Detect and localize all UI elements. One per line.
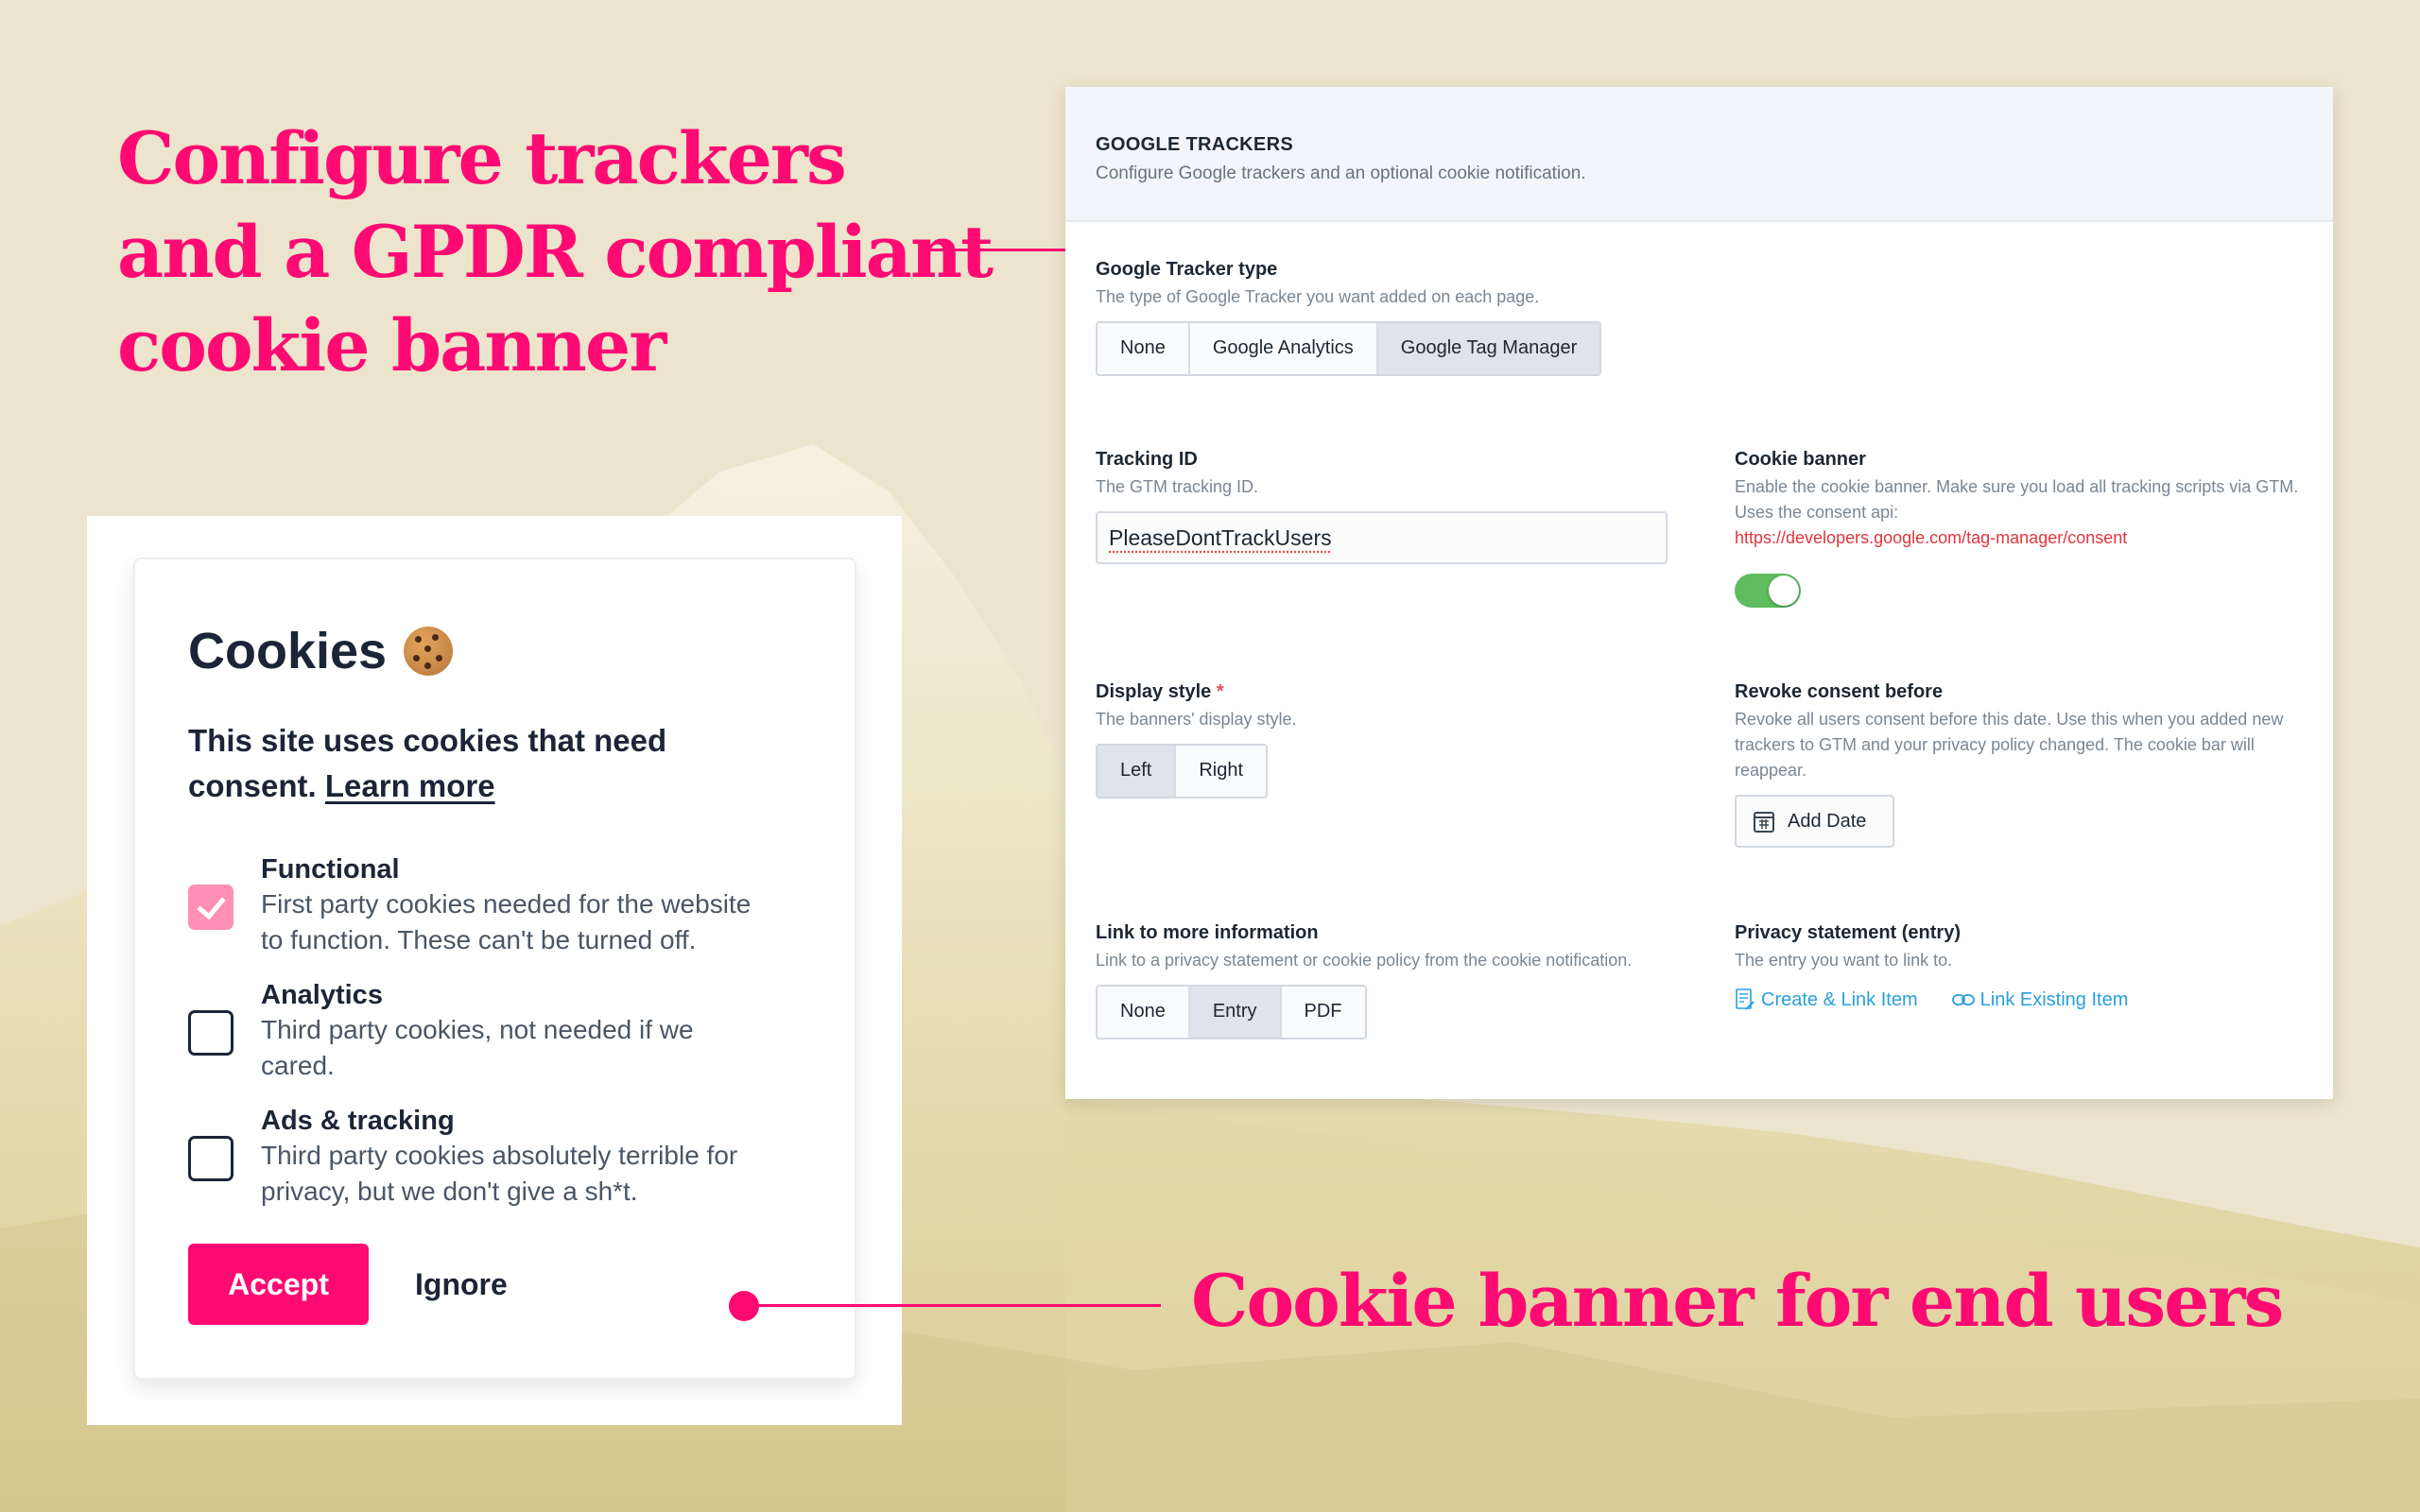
link-info-selector: None Entry PDF: [1096, 985, 1367, 1040]
display-style-option-left[interactable]: Left: [1098, 746, 1177, 797]
tracker-type-label: Google Tracker type: [1096, 259, 1278, 280]
cookie-option-functional: Functional First party cookies needed fo…: [188, 852, 812, 958]
functional-text: Functional First party cookies needed fo…: [261, 852, 812, 958]
cookie-banner-help-text: Enable the cookie banner. Make sure you …: [1735, 477, 2299, 522]
revoke-consent-help: Revoke all users consent before this dat…: [1735, 710, 2284, 780]
learn-more-link[interactable]: Learn more: [325, 768, 495, 803]
cookie-banner-title-text: Cookies: [188, 623, 388, 679]
create-link-item-link[interactable]: Create & Link Item: [1735, 988, 1918, 1011]
link-info-label: Link to more information: [1096, 922, 1319, 943]
required-mark: *: [1216, 681, 1224, 702]
analytics-title: Analytics: [261, 980, 383, 1010]
link-info-help: Link to a privacy statement or cookie po…: [1096, 951, 1633, 970]
tracking-id-help: The GTM tracking ID.: [1096, 477, 1259, 496]
display-style-help: The banners' display style.: [1096, 710, 1297, 729]
ads-tracking-desc-line-2: privacy, but we don't give a sh*t.: [261, 1177, 638, 1206]
document-edit-icon: [1736, 988, 1754, 1010]
ignore-button[interactable]: Ignore: [415, 1244, 508, 1325]
cookie-banner-preview-frame: Cookies This site uses cookies that need…: [87, 516, 902, 1425]
link-existing-item-label: Link Existing Item: [1979, 988, 2129, 1010]
headline-line-3: cookie banner: [117, 303, 666, 387]
display-style-selector: Left Right: [1096, 744, 1269, 799]
chain-link-icon: [1951, 994, 1975, 1005]
headline-line-1: Configure trackers: [117, 116, 847, 200]
headline: Configure trackers and a GPDR compliant …: [117, 112, 994, 392]
privacy-statement-actions: Create & Link Item Link Existing Item: [1735, 988, 2311, 1011]
analytics-desc-line-2: cared.: [261, 1051, 335, 1080]
functional-desc-line-2: to function. These can't be turned off.: [261, 925, 697, 954]
analytics-checkbox[interactable]: [188, 1010, 233, 1056]
link-info-option-pdf[interactable]: PDF: [1281, 987, 1365, 1038]
calendar-icon: [1754, 812, 1774, 833]
cookie-banner: Cookies This site uses cookies that need…: [133, 558, 856, 1380]
accept-button[interactable]: Accept: [188, 1244, 369, 1325]
headline-line-2: and a GPDR compliant: [117, 210, 994, 294]
analytics-desc-line-1: Third party cookies, not needed if we: [261, 1015, 694, 1044]
link-info-field: Link to more information Link to a priva…: [1096, 922, 1663, 1040]
tracker-type-field: Google Tracker type The type of Google T…: [1096, 259, 1602, 376]
tracker-type-option-none[interactable]: None: [1098, 323, 1190, 374]
tracker-type-help: The type of Google Tracker you want adde…: [1096, 287, 1540, 306]
display-style-option-right[interactable]: Right: [1176, 746, 1267, 797]
add-date-label: Add Date: [1788, 810, 1867, 832]
tracker-type-option-tag-manager[interactable]: Google Tag Manager: [1377, 323, 1600, 374]
ads-tracking-checkbox[interactable]: [188, 1136, 233, 1181]
ads-tracking-title: Ads & tracking: [261, 1106, 455, 1136]
functional-checkbox[interactable]: [188, 885, 233, 930]
google-trackers-panel: GOOGLE TRACKERS Configure Google tracker…: [1065, 87, 2333, 1099]
cookie-banner-label: Cookie banner: [1735, 449, 1866, 470]
toggle-knob: [1769, 576, 1799, 606]
display-style-label-text: Display style: [1096, 681, 1212, 702]
cookie-banner-intro: This site uses cookies that need consent…: [188, 718, 774, 809]
tracking-id-input[interactable]: PleaseDontTrackUsers: [1096, 511, 1668, 564]
panel-title: GOOGLE TRACKERS: [1096, 134, 1293, 155]
tracking-id-label: Tracking ID: [1096, 449, 1198, 470]
cookie-banner-help: Enable the cookie banner. Make sure you …: [1735, 474, 2311, 551]
panel-subtitle: Configure Google trackers and an optiona…: [1096, 163, 1586, 183]
panel-header: GOOGLE TRACKERS Configure Google tracker…: [1065, 87, 2333, 222]
consent-api-link[interactable]: https://developers.google.com/tag-manage…: [1735, 528, 2127, 547]
cookie-banner-title: Cookies: [188, 622, 454, 680]
ads-tracking-desc-line-1: Third party cookies absolutely terrible …: [261, 1141, 738, 1170]
privacy-statement-label: Privacy statement (entry): [1735, 922, 1961, 943]
functional-title: Functional: [261, 854, 400, 885]
tracker-type-option-analytics[interactable]: Google Analytics: [1189, 323, 1378, 374]
cookie-banner-field: Cookie banner Enable the cookie banner. …: [1735, 449, 2311, 608]
ads-tracking-text: Ads & tracking Third party cookies absol…: [261, 1104, 812, 1210]
link-info-option-entry[interactable]: Entry: [1189, 987, 1282, 1038]
display-style-label: Display style *: [1096, 681, 1297, 703]
tracker-type-selector: None Google Analytics Google Tag Manager: [1096, 321, 1602, 376]
revoke-consent-field: Revoke consent before Revoke all users c…: [1735, 681, 2311, 848]
cookie-option-ads-tracking: Ads & tracking Third party cookies absol…: [188, 1104, 812, 1210]
cookie-option-analytics: Analytics Third party cookies, not neede…: [188, 978, 812, 1084]
connector-line-bottom: [747, 1304, 1161, 1307]
cookie-icon: [404, 627, 454, 676]
create-link-item-label: Create & Link Item: [1761, 988, 1918, 1010]
tagline: Cookie banner for end users: [1191, 1259, 2284, 1343]
link-info-option-none[interactable]: None: [1098, 987, 1190, 1038]
analytics-text: Analytics Third party cookies, not neede…: [261, 978, 812, 1084]
functional-desc-line-1: First party cookies needed for the websi…: [261, 889, 752, 919]
revoke-consent-label: Revoke consent before: [1735, 681, 1944, 702]
tracking-id-value: PleaseDontTrackUsers: [1109, 525, 1332, 550]
link-existing-item-link[interactable]: Link Existing Item: [1951, 988, 2129, 1011]
cookie-banner-toggle[interactable]: [1735, 574, 1801, 608]
privacy-statement-field: Privacy statement (entry) The entry you …: [1735, 922, 2311, 1011]
display-style-field: Display style * The banners' display sty…: [1096, 681, 1297, 799]
tracking-id-field: Tracking ID The GTM tracking ID. PleaseD…: [1096, 449, 1668, 564]
add-date-button[interactable]: Add Date: [1735, 795, 1895, 848]
privacy-statement-help: The entry you want to link to.: [1735, 951, 1953, 970]
